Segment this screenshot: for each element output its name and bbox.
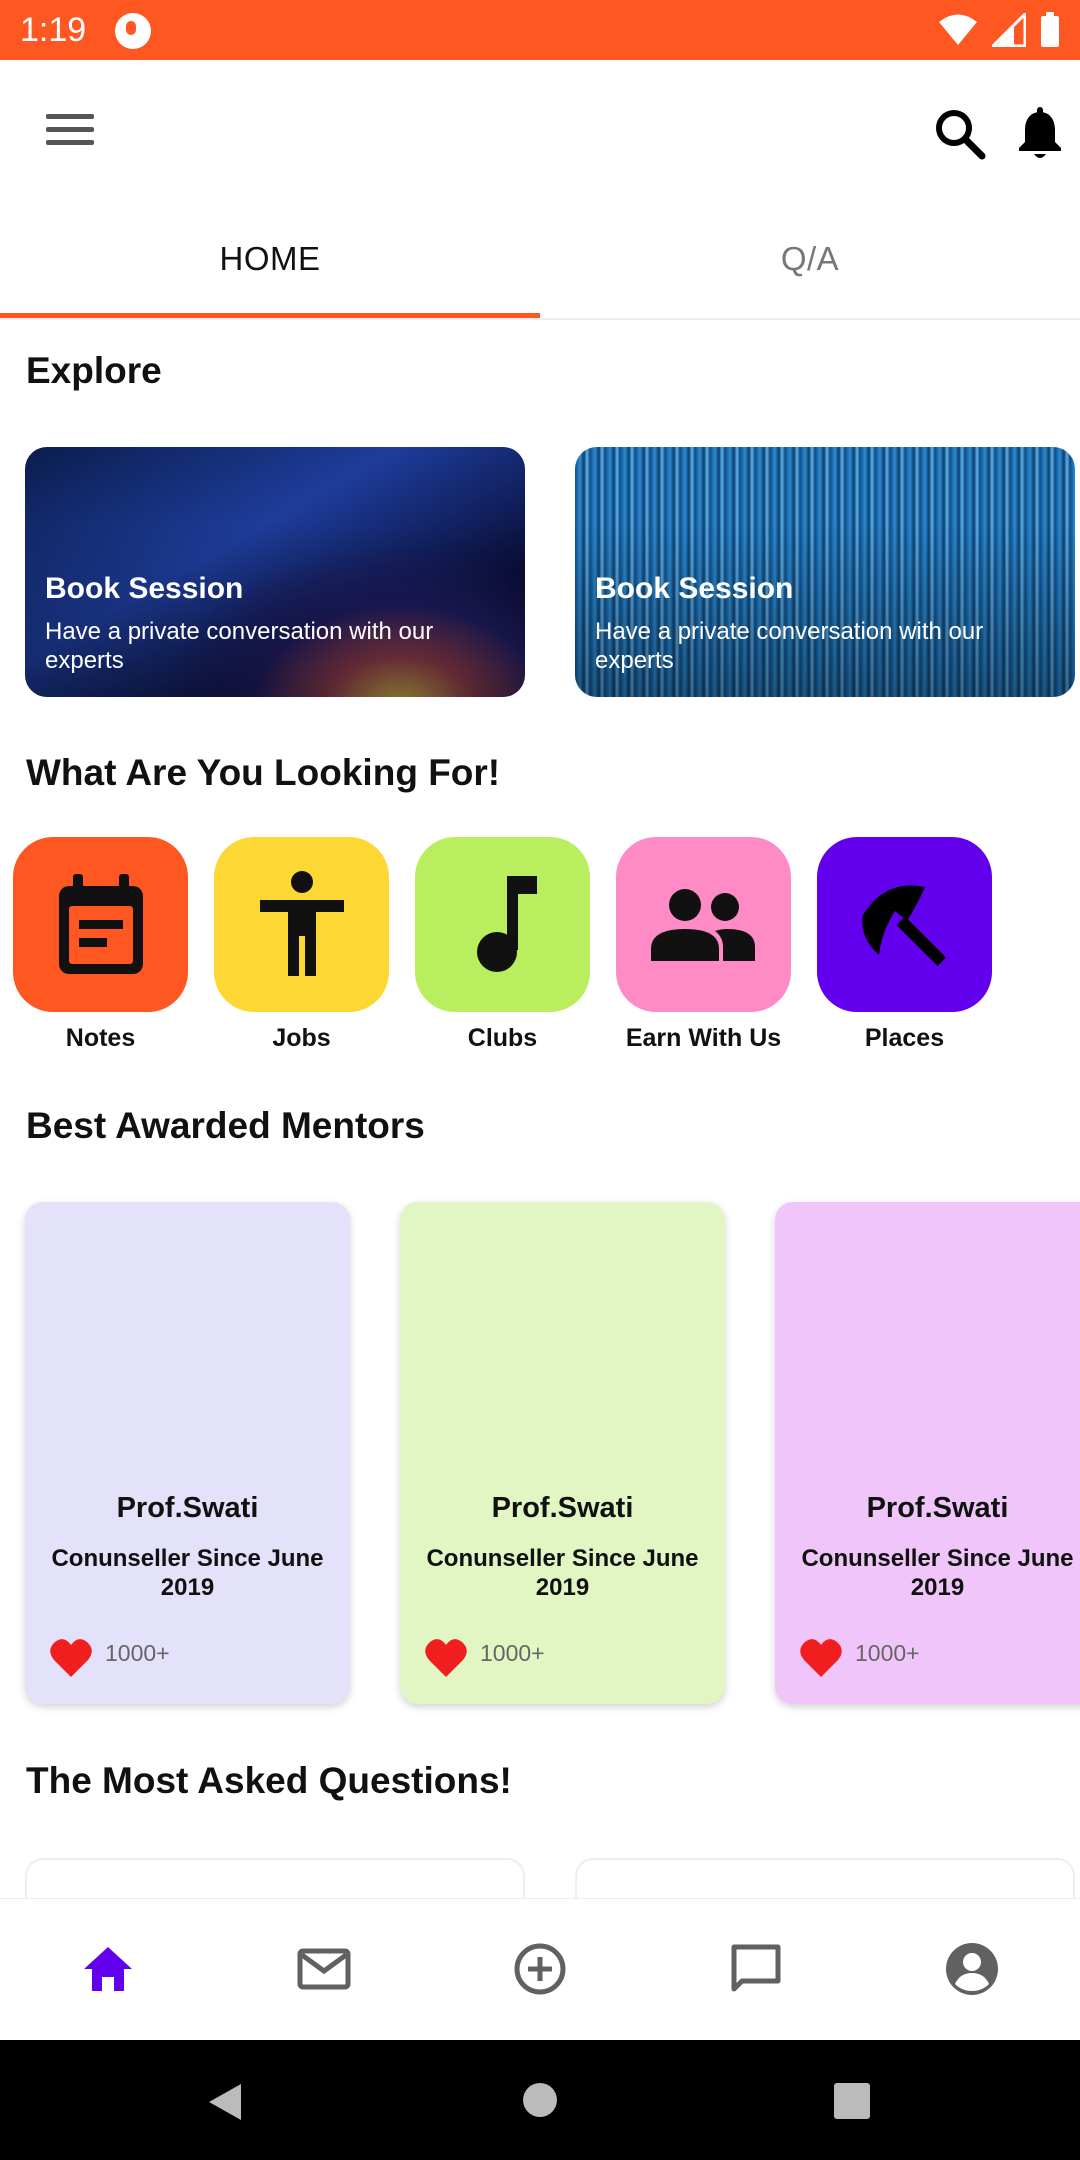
category-places[interactable]: Places (817, 837, 992, 1053)
nav-home[interactable] (78, 1939, 138, 1999)
back-icon[interactable] (205, 2082, 245, 2122)
tab-qa[interactable]: Q/A (540, 200, 1080, 318)
category-tile (214, 837, 389, 1012)
nav-profile[interactable] (942, 1939, 1002, 1999)
mentor-since: Conunseller Since June 2019 (801, 1545, 1074, 1601)
heart-icon[interactable] (49, 1637, 93, 1679)
questions-title: The Most Asked Questions! (26, 1760, 512, 1801)
signal-icon (992, 13, 1026, 47)
menu-icon-bar (46, 140, 94, 145)
music-note-icon (476, 875, 537, 972)
nav-chat[interactable] (726, 1939, 786, 1999)
menu-button[interactable] (40, 110, 100, 150)
notifications-button[interactable] (1010, 104, 1070, 164)
heart-icon[interactable] (799, 1637, 843, 1679)
nav-add[interactable] (510, 1939, 570, 1999)
add-circle-icon (514, 1943, 566, 1995)
battery-icon (1041, 12, 1059, 47)
tab-home[interactable]: HOME (0, 200, 540, 318)
tab-indicator (0, 313, 540, 318)
category-tile (616, 837, 791, 1012)
status-icons (938, 11, 1060, 49)
status-time: 1:19 (20, 11, 87, 49)
category-label: Clubs (467, 1024, 538, 1052)
home-circle-icon[interactable] (522, 2082, 558, 2118)
mentor-likes: 1000+ (855, 1640, 920, 1666)
category-label: Earn With Us (625, 1024, 782, 1052)
app-notification-icon (115, 13, 151, 49)
category-notes[interactable]: Notes (13, 837, 188, 1053)
category-label: Places (864, 1024, 945, 1052)
wifi-icon (939, 14, 977, 45)
mentor-name: Prof.Swati (866, 1492, 1009, 1524)
category-clubs[interactable]: Clubs (415, 837, 590, 1053)
search-icon (936, 110, 986, 160)
explore-card-description: Have a private conversation with our exp… (595, 618, 984, 674)
mentor-likes: 1000+ (480, 1640, 545, 1666)
explore-card-title: Book Session (45, 572, 244, 605)
category-earn-with-us[interactable]: Earn With Us (616, 837, 791, 1053)
chat-icon (731, 1944, 781, 1992)
person-accessibility-icon (259, 870, 344, 976)
mentor-since: Conunseller Since June 2019 (51, 1545, 324, 1601)
heart-icon[interactable] (424, 1637, 468, 1679)
beach-umbrella-icon (861, 885, 946, 966)
category-tile (415, 837, 590, 1012)
category-tile (817, 837, 992, 1012)
menu-icon-bar (46, 127, 94, 132)
category-label: Notes (65, 1024, 136, 1052)
nav-mail[interactable] (294, 1939, 354, 1999)
mentors-title: Best Awarded Mentors (26, 1105, 425, 1146)
explore-title: Explore (26, 350, 162, 391)
category-jobs[interactable]: Jobs (214, 837, 389, 1053)
mentor-since: Conunseller Since June 2019 (426, 1545, 699, 1601)
mentor-card[interactable]: Prof.Swati Conunseller Since June 2019 1… (400, 1202, 725, 1704)
menu-icon (46, 114, 94, 119)
mentor-name: Prof.Swati (491, 1492, 634, 1524)
category-tile (13, 837, 188, 1012)
bell-icon (1019, 107, 1061, 158)
recents-icon[interactable] (834, 2083, 870, 2119)
explore-card-description: Have a private conversation with our exp… (45, 618, 434, 674)
system-navigation-bar (0, 2040, 1080, 2160)
status-bar: 1:19 (0, 0, 1080, 60)
explore-card-book-session[interactable]: Book Session Have a private conversation… (25, 447, 525, 697)
looking-for-title: What Are You Looking For! (26, 752, 501, 793)
bottom-navigation (0, 1898, 1080, 2040)
mentor-likes: 1000+ (105, 1640, 170, 1666)
explore-card-book-session[interactable]: Book Session Have a private conversation… (575, 447, 1075, 697)
mail-icon (297, 1948, 351, 1990)
explore-card-title: Book Session (595, 572, 794, 605)
people-icon (650, 888, 755, 961)
mentor-card[interactable]: Prof.Swati Conunseller Since June 2019 1… (775, 1202, 1080, 1704)
app-bar (0, 60, 1080, 200)
tab-bar: HOME Q/A (0, 200, 1080, 320)
calendar-notes-icon (58, 873, 143, 974)
mentor-name: Prof.Swati (116, 1492, 259, 1524)
home-icon (84, 1947, 132, 1991)
account-icon (946, 1943, 998, 1995)
category-label: Jobs (272, 1024, 331, 1052)
search-button[interactable] (930, 104, 990, 164)
mentor-card[interactable]: Prof.Swati Conunseller Since June 2019 1… (25, 1202, 350, 1704)
